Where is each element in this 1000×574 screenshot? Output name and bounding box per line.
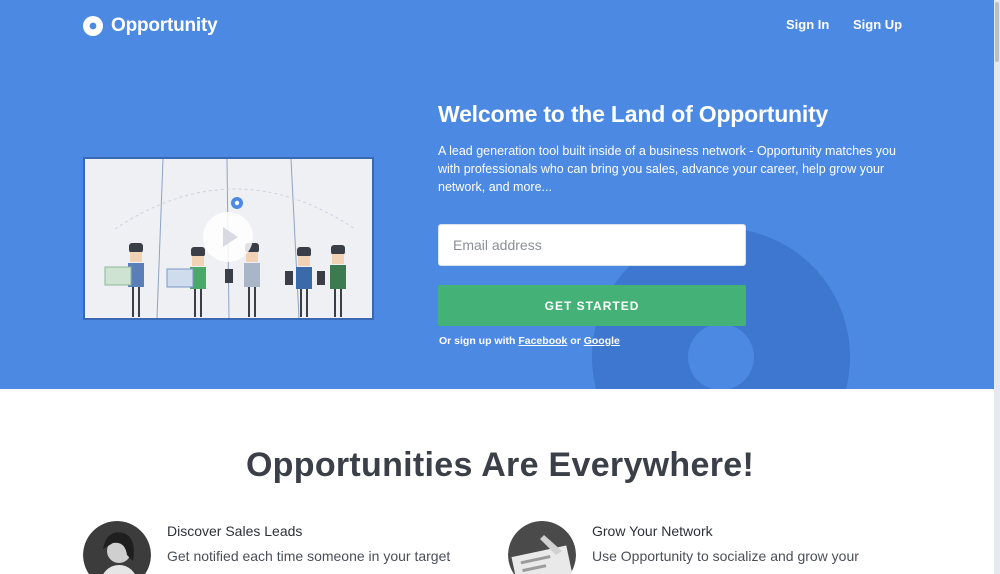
google-signup-link[interactable]: Google	[584, 335, 620, 347]
feature-avatar-image	[83, 521, 151, 574]
top-navigation: Opportunity Sign In Sign Up	[0, 0, 1000, 50]
feature-grow-your-network: Grow Your Network Use Opportunity to soc…	[508, 521, 888, 574]
hero-section: Opportunity Sign In Sign Up Welcome to t…	[0, 0, 1000, 389]
hero-copy: Welcome to the Land of Opportunity A lea…	[438, 100, 908, 196]
hero-title: Welcome to the Land of Opportunity	[438, 101, 829, 127]
feature-avatar-image	[508, 521, 576, 574]
page-scrollbar[interactable]	[994, 0, 1000, 574]
get-started-button[interactable]: GET STARTED	[438, 285, 746, 326]
hero-description: A lead generation tool built inside of a…	[438, 144, 896, 194]
feature-title: Grow Your Network	[592, 523, 713, 539]
brand-name: Opportunity	[111, 15, 218, 36]
intro-video-player[interactable]	[83, 157, 374, 320]
sign-up-link[interactable]: Sign Up	[853, 17, 902, 32]
feature-title: Discover Sales Leads	[167, 523, 303, 539]
play-icon[interactable]	[203, 212, 253, 262]
opportunity-logo-icon	[83, 16, 103, 36]
features-section-title: Opportunities Are Everywhere!	[245, 446, 755, 484]
feature-description: Use Opportunity to socialize and grow yo…	[592, 548, 859, 564]
feature-discover-sales-leads: Discover Sales Leads Get notified each t…	[83, 521, 463, 574]
brand-logo[interactable]: Opportunity	[83, 15, 218, 37]
email-input[interactable]	[438, 224, 746, 266]
alternate-signup: Or sign up with Facebook or Google	[439, 335, 620, 347]
alt-signup-prefix: Or sign up with	[439, 335, 516, 347]
feature-description: Get notified each time someone in your t…	[167, 548, 451, 564]
alt-signup-or: or	[570, 335, 581, 347]
facebook-signup-link[interactable]: Facebook	[518, 335, 567, 347]
sign-in-link[interactable]: Sign In	[786, 17, 829, 32]
scrollbar-thumb[interactable]	[995, 2, 999, 62]
